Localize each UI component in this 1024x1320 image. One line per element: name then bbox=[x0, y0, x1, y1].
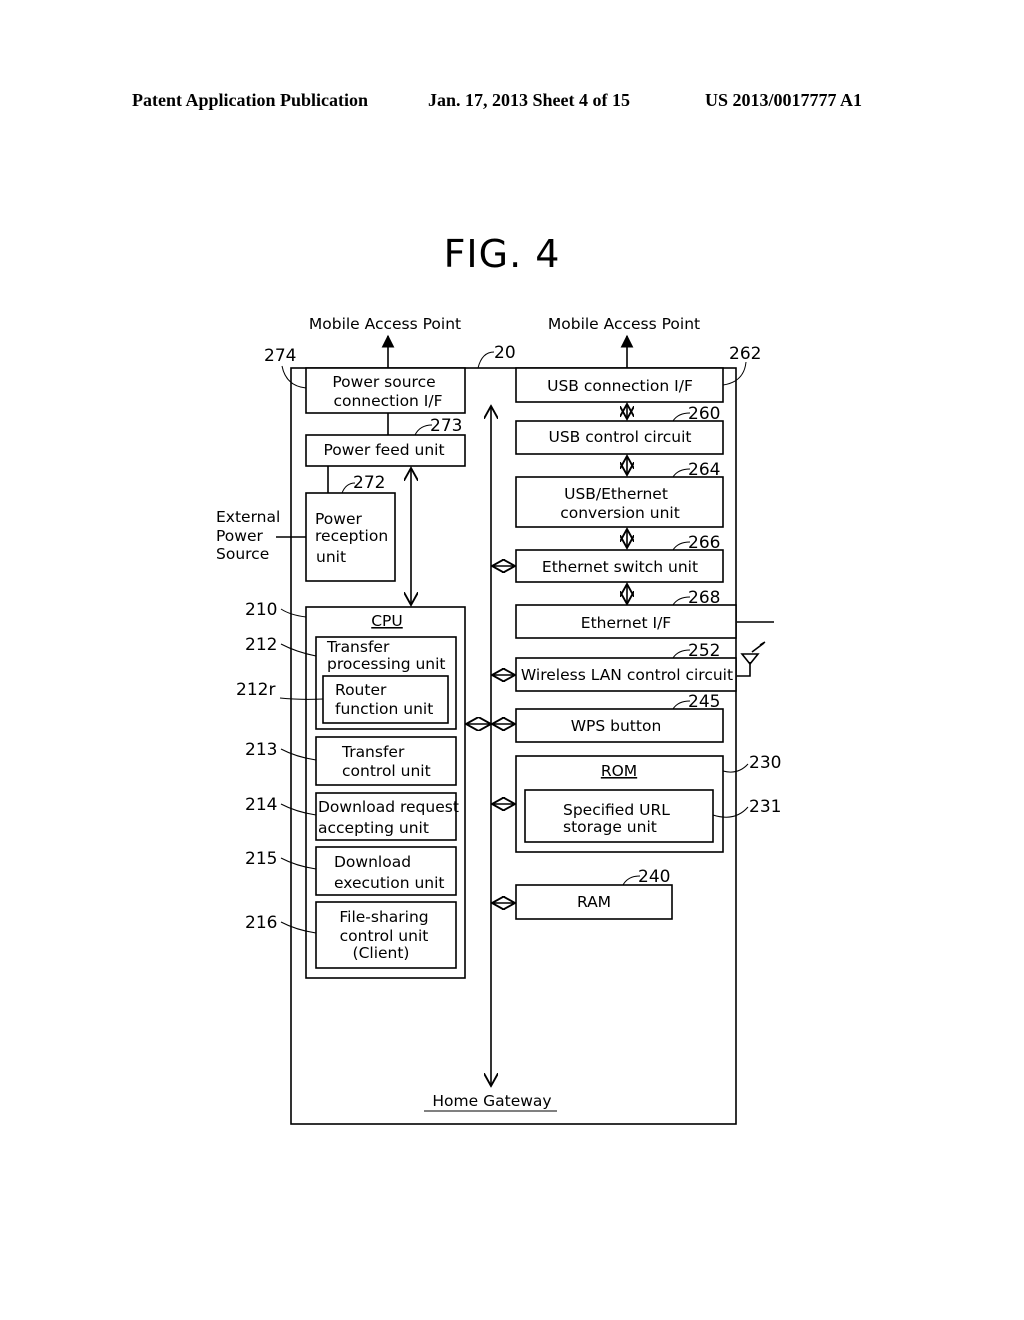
url-storage-line2: storage unit bbox=[563, 818, 657, 836]
url-storage-line1: Specified URL bbox=[563, 801, 670, 819]
power-source-if-line2: connection I/F bbox=[333, 392, 442, 410]
power-reception-line2: reception bbox=[315, 527, 388, 545]
ref-20: 20 bbox=[494, 343, 516, 363]
usb-ethernet-line1: USB/Ethernet bbox=[564, 485, 668, 503]
power-reception-line1: Power bbox=[315, 510, 362, 528]
router-line1: Router bbox=[335, 681, 387, 699]
ref-273: 273 bbox=[430, 416, 462, 436]
ram-label: RAM bbox=[577, 893, 611, 911]
external-power-line2: Power bbox=[216, 527, 263, 545]
download-request-line2: accepting unit bbox=[318, 819, 429, 837]
external-power-line3: Source bbox=[216, 545, 269, 563]
ref-213: 213 bbox=[245, 740, 277, 760]
ref-230: 230 bbox=[749, 753, 781, 773]
cpu-label: CPU bbox=[371, 612, 403, 630]
ref-274: 274 bbox=[264, 346, 296, 366]
antenna-icon bbox=[737, 641, 766, 677]
ref-240: 240 bbox=[638, 867, 670, 887]
ref-262: 262 bbox=[729, 344, 761, 364]
ref-212r: 212r bbox=[236, 680, 275, 700]
leader-274 bbox=[281, 365, 307, 389]
transfer-processing-line2: processing unit bbox=[327, 655, 446, 673]
usb-connection-if-label: USB connection I/F bbox=[547, 377, 693, 395]
ref-231: 231 bbox=[749, 797, 781, 817]
file-sharing-line3: (Client) bbox=[353, 944, 410, 962]
file-sharing-line2: control unit bbox=[340, 927, 429, 945]
external-power-line1: External bbox=[216, 508, 280, 526]
file-sharing-line1: File-sharing bbox=[339, 908, 428, 926]
download-request-line1: Download request bbox=[318, 798, 459, 816]
usb-ethernet-line2: conversion unit bbox=[560, 504, 680, 522]
download-execution-line2: execution unit bbox=[334, 874, 445, 892]
block-diagram: Mobile Access Point Mobile Access Point … bbox=[216, 315, 781, 1125]
download-execution-line1: Download bbox=[334, 853, 411, 871]
ethernet-switch-unit-label: Ethernet switch unit bbox=[542, 558, 698, 576]
router-line2: function unit bbox=[335, 700, 433, 718]
transfer-control-line2: control unit bbox=[342, 762, 431, 780]
usb-control-circuit-label: USB control circuit bbox=[549, 428, 692, 446]
transfer-control-line1: Transfer bbox=[341, 743, 405, 761]
wireless-lan-label: Wireless LAN control circuit bbox=[521, 666, 733, 684]
leader-262 bbox=[722, 361, 747, 386]
rom-label: ROM bbox=[601, 762, 637, 780]
mobile-access-point-left-label: Mobile Access Point bbox=[309, 315, 461, 333]
transfer-processing-line1: Transfer bbox=[326, 638, 390, 656]
ref-215: 215 bbox=[245, 849, 277, 869]
ref-212: 212 bbox=[245, 635, 277, 655]
ref-214: 214 bbox=[245, 795, 277, 815]
power-source-if-line1: Power source bbox=[332, 373, 435, 391]
home-gateway-label: Home Gateway bbox=[432, 1092, 551, 1110]
wps-button-label: WPS button bbox=[571, 717, 662, 735]
ethernet-if-label: Ethernet I/F bbox=[581, 614, 671, 632]
ref-210: 210 bbox=[245, 600, 277, 620]
ref-272: 272 bbox=[353, 473, 385, 493]
mobile-access-point-right-label: Mobile Access Point bbox=[548, 315, 700, 333]
ref-216: 216 bbox=[245, 913, 277, 933]
power-feed-unit-label: Power feed unit bbox=[323, 441, 444, 459]
leader-20 bbox=[477, 351, 495, 369]
power-reception-line3: unit bbox=[316, 548, 346, 566]
leader-210 bbox=[280, 608, 307, 618]
